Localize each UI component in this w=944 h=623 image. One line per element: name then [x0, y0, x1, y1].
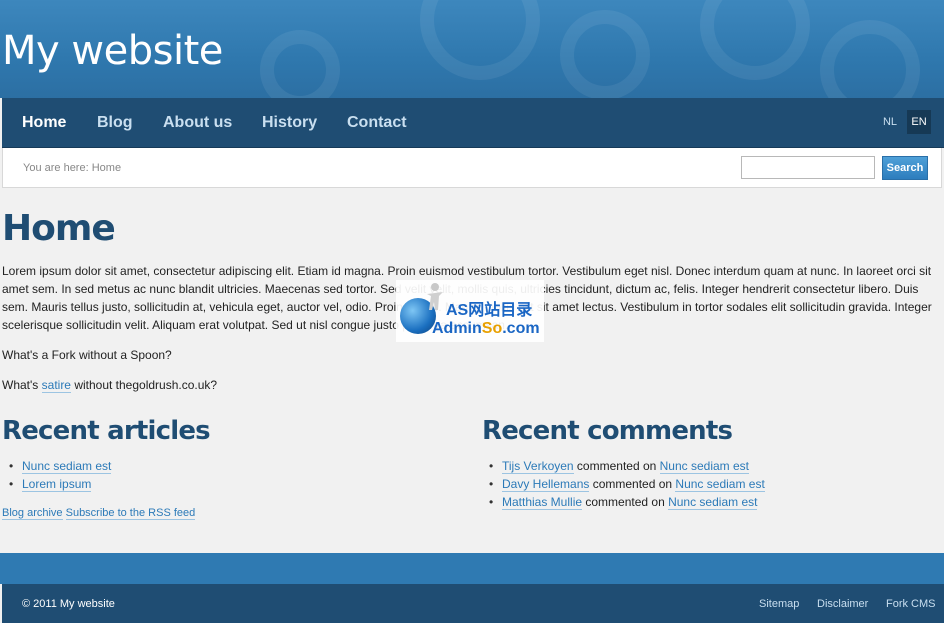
- list-item: Lorem ipsum: [2, 475, 111, 493]
- footer-link-sitemap[interactable]: Sitemap: [759, 598, 799, 610]
- rss-feed-link[interactable]: Subscribe to the RSS feed: [65, 507, 196, 520]
- person-icon: [427, 283, 443, 310]
- recent-articles-list: Nunc sediam est Lorem ipsum: [2, 457, 112, 493]
- comment-post-link[interactable]: Nunc sediam est: [668, 495, 758, 510]
- footer-link-fork-cms[interactable]: Fork CMS: [886, 598, 936, 610]
- recent-comments-title: Recent comments: [482, 416, 733, 446]
- breadcrumb-bar: You are here: Home Search: [2, 148, 942, 188]
- footer: © 2011 My website Sitemap Disclaimer For…: [2, 584, 944, 623]
- watermark-logo: AS网站目录 AdminSo.com: [396, 280, 544, 342]
- question-fork: What's a Fork without a Spoon?: [2, 348, 172, 362]
- footer-link-disclaimer[interactable]: Disclaimer: [817, 598, 868, 610]
- list-item: Nunc sediam est: [2, 457, 112, 475]
- satire-link[interactable]: satire: [41, 378, 71, 393]
- site-title[interactable]: My website: [2, 28, 223, 74]
- search-input[interactable]: [741, 156, 875, 179]
- header-banner: My website: [0, 0, 944, 98]
- watermark-text-cn: AS网站目录: [446, 302, 533, 319]
- list-item: Matthias Mullie commented on Nunc sediam…: [482, 493, 765, 511]
- language-en[interactable]: EN: [907, 110, 931, 134]
- nav-item-blog[interactable]: Blog: [97, 114, 133, 132]
- wave-decoration: [700, 0, 810, 80]
- blog-archive-link[interactable]: Blog archive: [2, 507, 63, 520]
- watermark-com: .com: [502, 320, 540, 337]
- search-button[interactable]: Search: [882, 156, 928, 180]
- watermark-admin: Admin: [432, 320, 482, 337]
- question-satire-after: without thegoldrush.co.uk?: [70, 378, 218, 392]
- question-satire: What's satire without thegoldrush.co.uk?: [2, 376, 940, 394]
- nav-item-about-us[interactable]: About us: [163, 114, 232, 132]
- wave-decoration: [560, 10, 650, 98]
- comment-text: commented on: [582, 495, 669, 509]
- nav-item-contact[interactable]: Contact: [347, 114, 407, 132]
- footer-decoration: [0, 553, 944, 584]
- recent-articles-title: Recent articles: [2, 416, 211, 446]
- copyright: © 2011 My website: [22, 598, 115, 610]
- watermark-so: So: [481, 320, 503, 337]
- comment-author-link[interactable]: Davy Hellemans: [502, 477, 590, 492]
- language-nl[interactable]: NL: [878, 110, 902, 134]
- comment-post-link[interactable]: Nunc sediam est: [659, 459, 750, 474]
- recent-comments-list: Tijs Verkoyen commented on Nunc sediam e…: [482, 457, 765, 511]
- comment-post-link[interactable]: Nunc sediam est: [675, 477, 765, 492]
- watermark-text-en: AdminSo.com: [432, 320, 540, 338]
- list-item: Tijs Verkoyen commented on Nunc sediam e…: [482, 457, 765, 475]
- blog-links: Blog archive Subscribe to the RSS feed: [2, 507, 196, 520]
- wave-decoration: [820, 20, 920, 98]
- comment-author-link[interactable]: Tijs Verkoyen: [502, 459, 574, 474]
- list-item: Davy Hellemans commented on Nunc sediam …: [482, 475, 765, 493]
- page-title: Home: [2, 208, 116, 249]
- comment-author-link[interactable]: Matthias Mullie: [502, 495, 583, 510]
- nav-item-home[interactable]: Home: [22, 114, 66, 132]
- nav-item-history[interactable]: History: [262, 114, 317, 132]
- breadcrumb-prefix: You are here:: [23, 162, 89, 174]
- breadcrumb: You are here: Home: [23, 162, 121, 174]
- wave-decoration: [260, 30, 340, 98]
- question-satire-before: What's: [2, 378, 42, 392]
- comment-text: commented on: [573, 459, 660, 473]
- comment-text: commented on: [589, 477, 676, 491]
- wave-decoration: [420, 0, 540, 80]
- breadcrumb-current: Home: [91, 162, 122, 174]
- article-link[interactable]: Nunc sediam est: [22, 459, 112, 474]
- article-link[interactable]: Lorem ipsum: [22, 477, 92, 492]
- main-nav: Home Blog About us History Contact NL EN: [2, 98, 944, 148]
